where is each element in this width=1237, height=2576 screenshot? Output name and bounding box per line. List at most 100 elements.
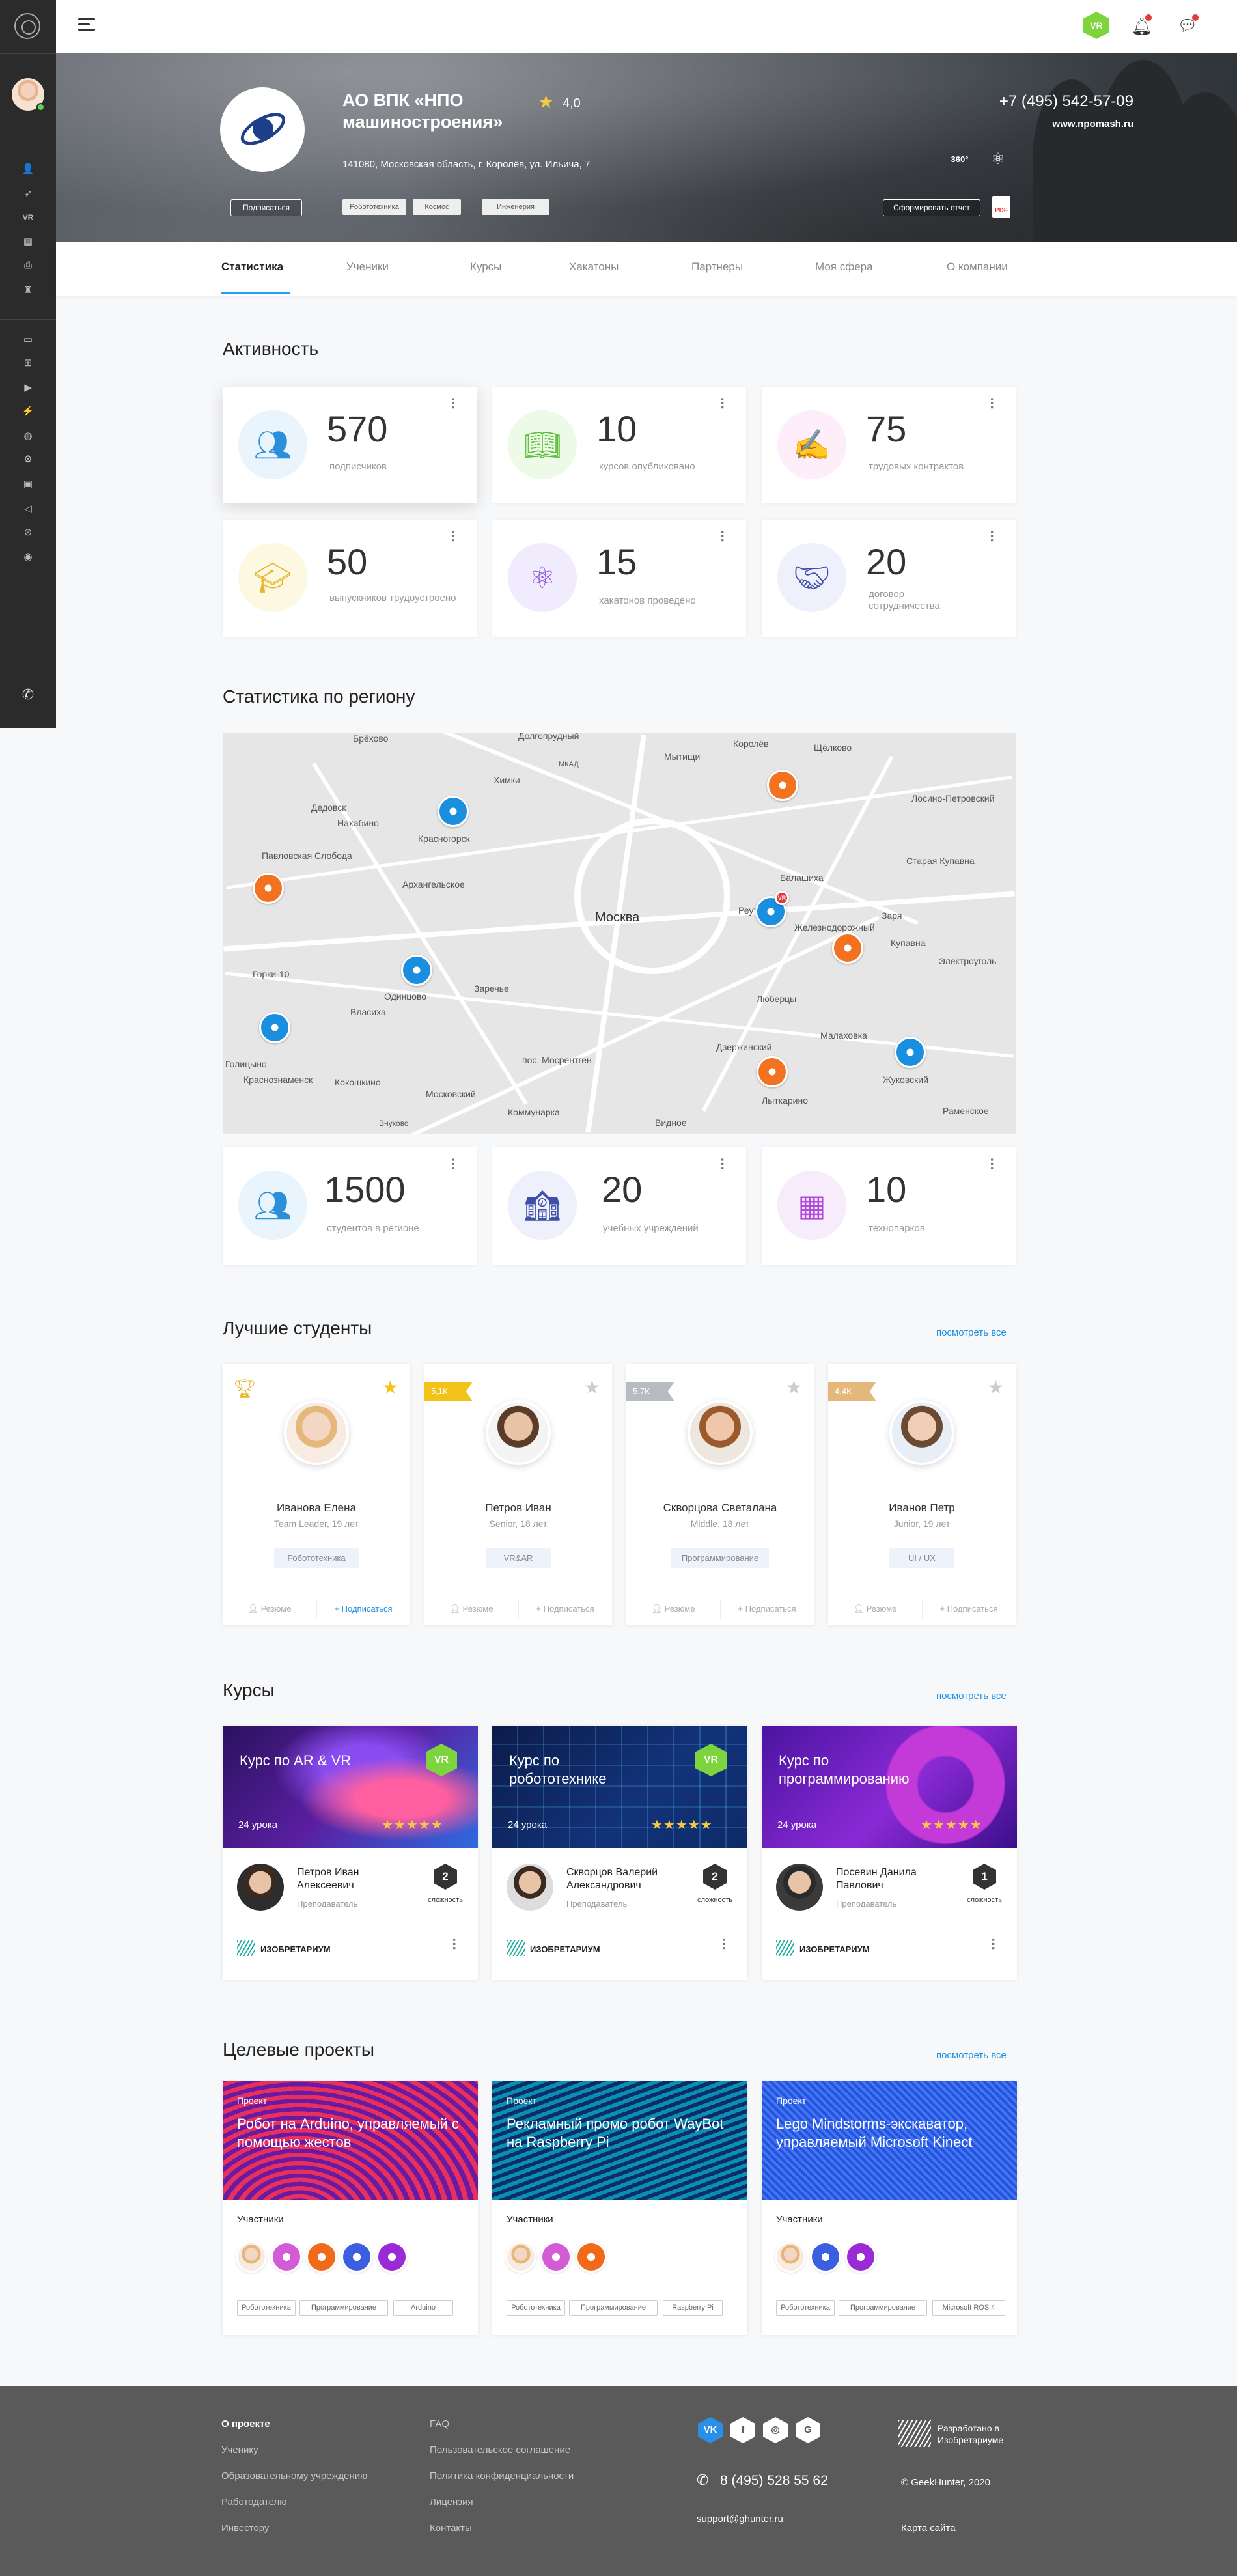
megaphone-icon[interactable]: ◁ (20, 503, 36, 516)
calendar-icon[interactable]: ▦ (20, 236, 36, 249)
compass-icon[interactable]: ⊘ (20, 526, 36, 539)
menu-icon[interactable] (78, 18, 95, 31)
member-avatar[interactable] (341, 2241, 372, 2273)
more-icon[interactable]: ··· (983, 1158, 1000, 1170)
briefcase-icon[interactable]: ▣ (20, 478, 36, 491)
map-pin-orange[interactable] (832, 932, 863, 964)
company-tag[interactable]: Робототехника (342, 199, 406, 215)
more-icon[interactable]: ··· (983, 397, 1000, 410)
footer-link[interactable]: Лицензия (430, 2497, 473, 2508)
tab-courses[interactable]: Курсы (470, 260, 501, 273)
google-icon[interactable]: G (796, 2417, 820, 2443)
member-avatar[interactable] (576, 2241, 607, 2273)
project-tag[interactable]: Робототехника (507, 2300, 565, 2316)
subscribe-button[interactable]: + Подписаться (922, 1604, 1016, 1614)
favorite-star-icon[interactable]: ★ (988, 1377, 1004, 1398)
tab-my-sphere[interactable]: Моя сфера (815, 260, 873, 273)
footer-link[interactable]: Образовательному учреждению (221, 2471, 367, 2482)
map-pin-blue[interactable] (895, 1037, 926, 1068)
footer-link[interactable]: Инвестору (221, 2523, 269, 2534)
rocket-icon[interactable]: ➶ (20, 188, 36, 201)
footer-link[interactable]: Политика конфиденциальности (430, 2471, 574, 2482)
project-card[interactable]: Проект Робот на Arduino, управляемый с п… (223, 2081, 478, 2335)
vr-icon[interactable]: VR (20, 211, 36, 224)
project-card[interactable]: Проект Рекламный промо робот WayBot на R… (492, 2081, 747, 2335)
course-card[interactable]: Курс по AR & VR VR 24 урока ★★★★★ Петров… (223, 1726, 478, 1980)
region-map[interactable]: Долгопрудный Королёв Мытищи Щёлково Химк… (223, 733, 1016, 1134)
more-icon[interactable]: ··· (715, 1938, 732, 1950)
subscribe-button[interactable]: Подписаться (230, 199, 302, 216)
more-icon[interactable]: ··· (445, 1938, 462, 1950)
sitemap-link[interactable]: Карта сайта (901, 2523, 956, 2534)
more-icon[interactable]: ··· (444, 1158, 461, 1170)
project-card[interactable]: Проект Lego Mindstorms-экскаватор, управ… (762, 2081, 1017, 2335)
member-avatar[interactable] (271, 2241, 302, 2273)
developed-by[interactable]: Разработано в Изобретариуме (938, 2422, 1042, 2446)
project-tag[interactable]: Microsoft ROS 4 (932, 2300, 1005, 2316)
more-icon[interactable]: ··· (714, 530, 730, 542)
favorite-star-icon[interactable]: ★ (584, 1377, 600, 1398)
facebook-icon[interactable]: f (730, 2417, 755, 2443)
company-tag[interactable]: Космос (413, 199, 461, 215)
footer-link[interactable]: FAQ (430, 2418, 449, 2429)
project-tag[interactable]: Arduino (393, 2300, 453, 2316)
resume-button[interactable]: 👤︎ Резюме (223, 1604, 316, 1614)
atom-icon[interactable]: ⚛ (987, 148, 1009, 171)
student-card[interactable]: 5,7К ★ Скворцова Светалана Middle, 18 ле… (626, 1364, 814, 1625)
more-icon[interactable]: ··· (444, 530, 461, 542)
more-icon[interactable]: ··· (714, 397, 730, 410)
member-avatar[interactable] (306, 2241, 337, 2273)
student-card[interactable]: 🏆︎ ★ Иванова Елена Team Leader, 19 лет Р… (223, 1364, 410, 1625)
report-button[interactable]: Сформировать отчет (883, 199, 980, 216)
map-pin-orange[interactable] (767, 770, 798, 801)
more-icon[interactable]: ··· (984, 1938, 1001, 1950)
student-skill-tag[interactable]: Робототехника (274, 1548, 359, 1568)
tab-students[interactable]: Ученики (346, 260, 389, 273)
book-icon[interactable]: ▭ (20, 333, 36, 346)
resume-button[interactable]: 👤︎ Резюме (626, 1604, 720, 1614)
map-pin-blue[interactable] (401, 955, 432, 986)
projects-see-all-link[interactable]: посмотреть все (936, 2050, 1007, 2061)
phone-icon[interactable]: ✆ (18, 685, 38, 705)
project-tag[interactable]: Робототехника (237, 2300, 296, 2316)
student-card[interactable]: 4,4К ★ Иванов Петр Junior, 19 лет UI / U… (828, 1364, 1016, 1625)
member-avatar[interactable] (376, 2241, 408, 2273)
footer-email[interactable]: support@ghunter.ru (697, 2513, 783, 2525)
subscribe-button[interactable]: + Подписаться (720, 1604, 814, 1614)
project-tag[interactable]: Робототехника (776, 2300, 835, 2316)
map-vr-marker[interactable]: VR (775, 891, 789, 905)
resume-button[interactable]: 👤︎ Резюме (828, 1604, 922, 1614)
subscribe-button[interactable]: + Подписаться (316, 1604, 410, 1614)
more-icon[interactable]: ··· (714, 1158, 730, 1170)
member-avatar[interactable] (540, 2241, 572, 2273)
map-pin-blue[interactable] (438, 796, 469, 827)
globe-icon[interactable]: ◍ (20, 430, 36, 443)
more-icon[interactable]: ··· (983, 530, 1000, 542)
project-tag[interactable]: Raspberry Pi (663, 2300, 723, 2316)
more-icon[interactable]: ··· (444, 397, 461, 410)
footer-link[interactable]: Пользовательское соглашение (430, 2444, 570, 2456)
course-card[interactable]: Курс по робототехнике VR 24 урока ★★★★★ … (492, 1726, 747, 1980)
tour-360-icon[interactable]: 360° (949, 150, 970, 169)
footer-link-about[interactable]: О проекте (221, 2418, 270, 2429)
map-pin-blue[interactable] (259, 1012, 290, 1043)
member-avatar[interactable] (845, 2241, 876, 2273)
trophy-icon[interactable]: ♜ (20, 284, 36, 297)
student-card[interactable]: 5,1К ★ Петров Иван Senior, 18 лет VR&AR … (424, 1364, 612, 1625)
footer-phone[interactable]: 8 (495) 528 55 62 (720, 2473, 828, 2489)
video-icon[interactable]: ▶ (20, 382, 36, 395)
subscribe-button[interactable]: + Подписаться (518, 1604, 612, 1614)
microphone-icon[interactable]: ◉ (20, 551, 36, 564)
lightning-icon[interactable]: ⚡ (20, 405, 36, 418)
instagram-icon[interactable]: ◎ (763, 2417, 788, 2443)
student-skill-tag[interactable]: VR&AR (486, 1548, 551, 1568)
member-avatar[interactable] (505, 2241, 536, 2273)
footer-link[interactable]: Контакты (430, 2523, 472, 2534)
company-phone[interactable]: +7 (495) 542-57-09 (873, 92, 1133, 111)
tab-hackathons[interactable]: Хакатоны (569, 260, 618, 273)
course-card[interactable]: Курс по программированию 24 урока ★★★★★ … (762, 1726, 1017, 1980)
user-icon[interactable]: 👤 (20, 163, 36, 176)
map-pin-orange[interactable] (757, 1056, 788, 1087)
member-avatar[interactable] (810, 2241, 841, 2273)
member-avatar[interactable] (775, 2241, 806, 2273)
